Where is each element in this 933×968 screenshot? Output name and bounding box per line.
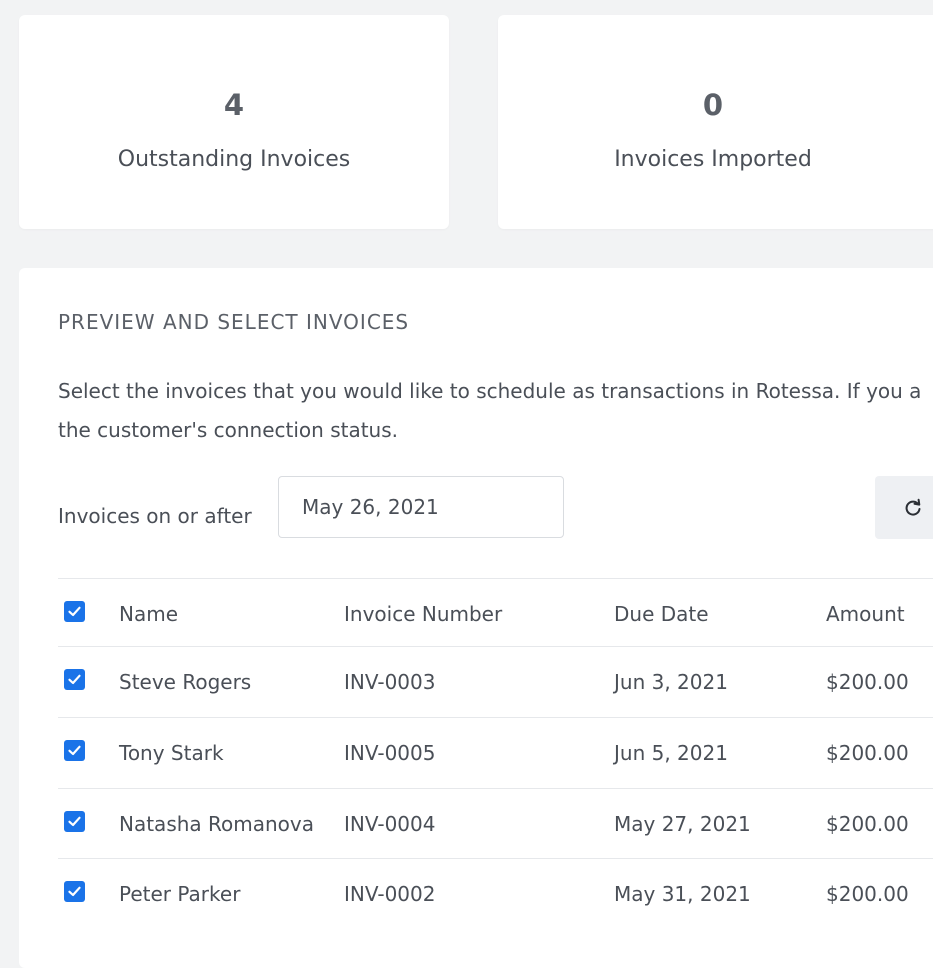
check-icon (68, 886, 81, 897)
row-checkbox[interactable] (64, 669, 85, 690)
stat-card-imported: 0 Invoices Imported (498, 15, 933, 229)
table-row[interactable]: Tony Stark INV-0005 Jun 5, 2021 $200.00 (58, 717, 933, 788)
outstanding-label: Outstanding Invoices (117, 147, 351, 172)
header-due-date[interactable]: Due Date (614, 579, 709, 649)
row-checkbox[interactable] (64, 811, 85, 832)
section-title: PREVIEW AND SELECT INVOICES (58, 310, 410, 334)
row-checkbox[interactable] (64, 881, 85, 902)
header-invoice-number[interactable]: Invoice Number (344, 579, 502, 649)
row-due-date: May 27, 2021 (614, 812, 751, 836)
description-line-2: the customer's connection status. (58, 418, 398, 442)
check-icon (68, 674, 81, 685)
row-invoice-number: INV-0005 (344, 741, 436, 765)
row-name: Natasha Romanova (119, 812, 314, 836)
row-amount: $200.00 (826, 670, 909, 694)
row-due-date: Jun 5, 2021 (614, 741, 728, 765)
section-description: Select the invoices that you would like … (58, 372, 933, 450)
header-amount[interactable]: Amount (826, 579, 905, 649)
refresh-button[interactable] (875, 476, 933, 539)
refresh-icon (905, 498, 921, 516)
row-name: Steve Rogers (119, 670, 252, 694)
preview-panel: PREVIEW AND SELECT INVOICES Select the i… (19, 268, 933, 968)
imported-label: Invoices Imported (614, 147, 812, 172)
row-invoice-number: INV-0003 (344, 670, 436, 694)
select-all-checkbox[interactable] (64, 601, 85, 622)
row-name: Peter Parker (119, 882, 241, 906)
row-checkbox[interactable] (64, 740, 85, 761)
row-amount: $200.00 (826, 741, 909, 765)
row-invoice-number: INV-0004 (344, 812, 436, 836)
row-amount: $200.00 (826, 882, 909, 906)
date-filter-input[interactable] (278, 476, 564, 538)
row-name: Tony Stark (119, 741, 224, 765)
check-icon (68, 745, 81, 756)
check-icon (68, 816, 81, 827)
row-due-date: Jun 3, 2021 (614, 670, 728, 694)
date-filter-label: Invoices on or after (58, 504, 252, 528)
stat-card-outstanding: 4 Outstanding Invoices (19, 15, 449, 229)
row-amount: $200.00 (826, 812, 909, 836)
table-row[interactable]: Steve Rogers INV-0003 Jun 3, 2021 $200.0… (58, 646, 933, 717)
outstanding-count: 4 (223, 88, 245, 122)
header-name[interactable]: Name (119, 579, 178, 649)
table-row[interactable]: Natasha Romanova INV-0004 May 27, 2021 $… (58, 788, 933, 859)
row-invoice-number: INV-0002 (344, 882, 436, 906)
table-row[interactable]: Peter Parker INV-0002 May 31, 2021 $200.… (58, 858, 933, 929)
check-icon (68, 606, 81, 617)
description-line-1: Select the invoices that you would like … (58, 379, 922, 403)
row-due-date: May 31, 2021 (614, 882, 751, 906)
imported-count: 0 (702, 88, 724, 122)
table-header: Name Invoice Number Due Date Amount (58, 578, 933, 649)
